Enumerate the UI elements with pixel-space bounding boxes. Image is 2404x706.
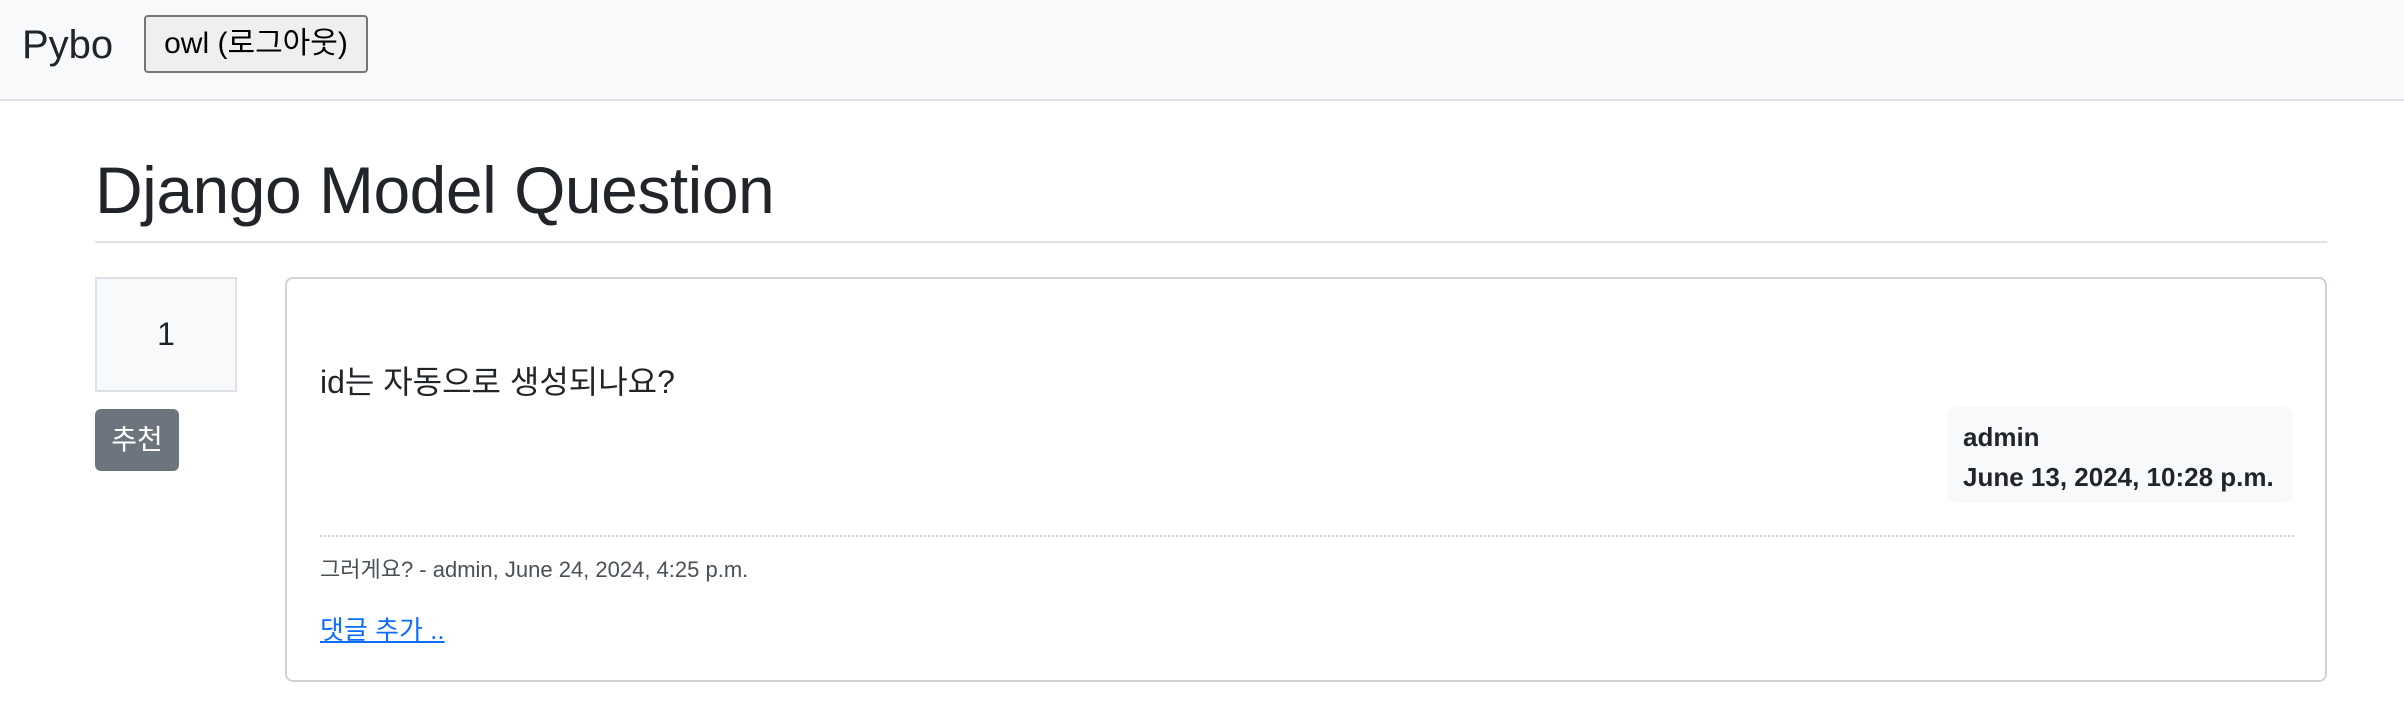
- author-name: admin: [1963, 422, 2040, 452]
- vote-count: 1: [157, 316, 175, 352]
- comment-divider: [320, 535, 2294, 537]
- author-badge: admin June 13, 2024, 10:28 p.m.: [1947, 407, 2293, 503]
- question-card: id는 자동으로 생성되나요? admin June 13, 2024, 10:…: [285, 277, 2327, 682]
- logout-button[interactable]: owl (로그아웃): [144, 15, 368, 73]
- brand-link[interactable]: Pybo: [22, 18, 113, 72]
- navbar: Pybo owl (로그아웃): [0, 0, 2404, 101]
- vote-count-box: 1: [95, 277, 237, 392]
- add-comment-link[interactable]: 댓글 추가 ..: [320, 612, 445, 648]
- recommend-button[interactable]: 추천: [95, 409, 179, 471]
- question-title: Django Model Question: [95, 153, 775, 227]
- comment-item: 그러게요? - admin, June 24, 2024, 4:25 p.m.: [320, 557, 749, 582]
- question-content: id는 자동으로 생성되나요?: [320, 364, 675, 400]
- created-date: June 13, 2024, 10:28 p.m.: [1963, 462, 2274, 492]
- title-divider: [95, 241, 2327, 243]
